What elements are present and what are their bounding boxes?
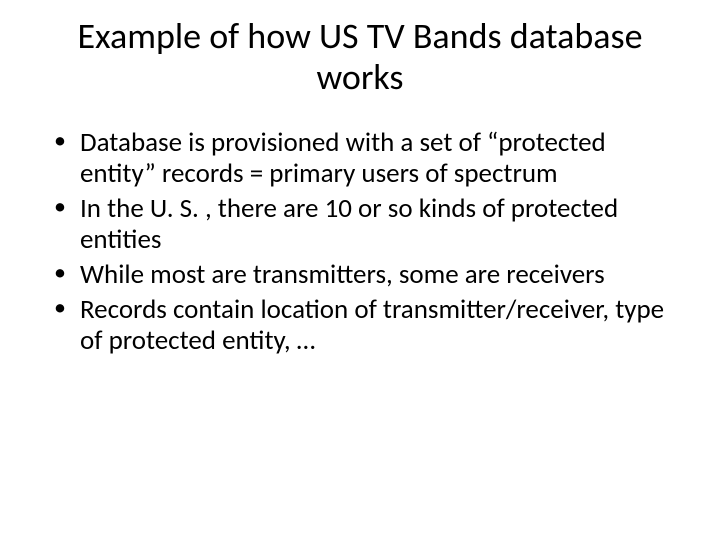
list-item: While most are transmitters, some are re… [54, 259, 680, 290]
bullet-list: Database is provisioned with a set of “p… [54, 127, 680, 356]
slide-title: Example of how US TV Bands database work… [40, 16, 680, 99]
list-item: In the U. S. , there are 10 or so kinds … [54, 193, 680, 255]
list-item: Records contain location of transmitter/… [54, 294, 680, 356]
list-item: Database is provisioned with a set of “p… [54, 127, 680, 189]
slide: Example of how US TV Bands database work… [0, 0, 720, 540]
